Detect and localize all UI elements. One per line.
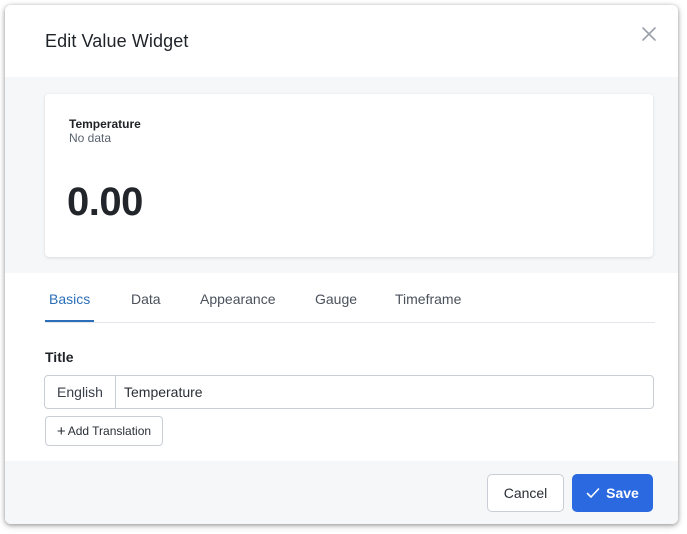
tab-data[interactable]: Data: [131, 291, 161, 307]
tab-basics[interactable]: Basics: [49, 291, 90, 307]
plus-icon: +: [56, 422, 66, 440]
title-input-group: English: [44, 375, 654, 409]
add-translation-label: Add Translation: [67, 424, 152, 438]
language-selector[interactable]: English: [45, 376, 116, 408]
tab-appearance[interactable]: Appearance: [200, 291, 276, 307]
active-tab-indicator: [45, 320, 94, 322]
add-translation-button[interactable]: + Add Translation: [45, 416, 163, 446]
widget-preview-area: Temperature No data 0.00: [5, 77, 678, 273]
title-field-label: Title: [45, 349, 74, 365]
save-label: Save: [606, 485, 639, 501]
title-input[interactable]: [124, 376, 644, 408]
close-icon: [642, 27, 656, 41]
close-button[interactable]: [638, 23, 660, 45]
dialog-footer: Cancel Save: [5, 461, 678, 524]
widget-value: 0.00: [67, 180, 143, 224]
widget-preview-card: Temperature No data 0.00: [45, 94, 653, 257]
widget-name: Temperature: [69, 117, 141, 131]
tab-gauge[interactable]: Gauge: [315, 291, 357, 307]
widget-status: No data: [69, 131, 112, 145]
save-button[interactable]: Save: [572, 474, 653, 512]
tab-bar: Basics Data Appearance Gauge Timeframe: [45, 273, 655, 323]
dialog-title: Edit Value Widget: [45, 31, 189, 51]
tab-timeframe[interactable]: Timeframe: [395, 291, 461, 307]
dialog-header: Edit Value Widget: [5, 5, 678, 77]
edit-widget-dialog: Edit Value Widget Temperature No data 0.…: [5, 5, 678, 524]
check-icon: [586, 488, 600, 498]
cancel-button[interactable]: Cancel: [487, 474, 564, 512]
